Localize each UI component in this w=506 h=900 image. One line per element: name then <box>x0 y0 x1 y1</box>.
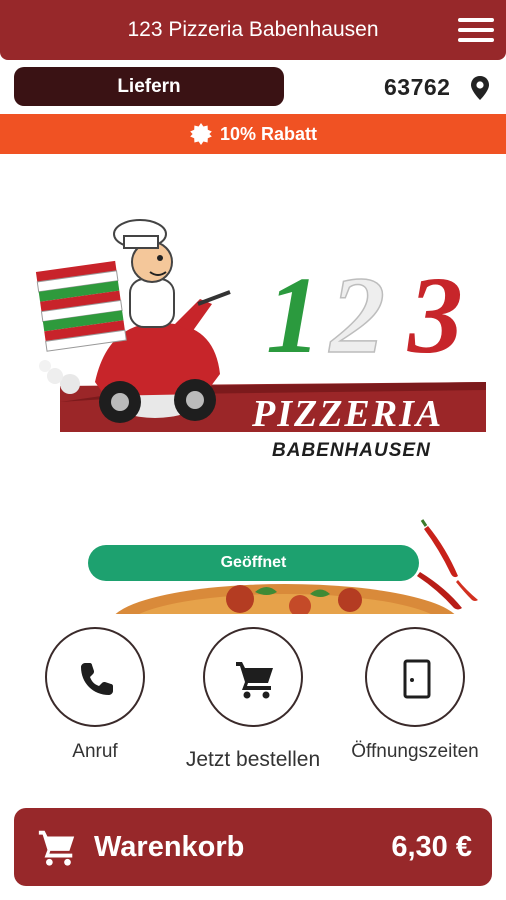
order-now-label[interactable]: Jetzt bestellen <box>173 748 333 772</box>
delivery-scooter-illustration <box>35 219 231 423</box>
cart-label: Warenkorb <box>94 831 245 863</box>
cart-icon <box>236 662 273 699</box>
discount-text: 10% Rabatt <box>220 124 318 144</box>
svg-text:3: 3 <box>407 254 463 376</box>
svg-text:BABENHAUSEN: BABENHAUSEN <box>272 440 431 461</box>
postcode-display[interactable]: 63762 <box>384 72 450 102</box>
top-app-bar: 123 Pizzeria Babenhausen <box>0 0 506 60</box>
open-status-badge: Geöffnet <box>88 545 419 581</box>
svg-text:1: 1 <box>266 254 321 376</box>
opening-hours-label[interactable]: Öffnungszeiten <box>335 741 495 763</box>
cart-icon <box>38 830 75 866</box>
phone-icon <box>81 663 113 695</box>
discount-banner[interactable]: 10% Rabatt <box>0 114 506 154</box>
call-button[interactable] <box>45 627 145 727</box>
map-pin-icon[interactable] <box>469 75 491 101</box>
door-icon <box>403 659 431 699</box>
opening-hours-button[interactable] <box>365 627 465 727</box>
svg-text:PIZZERIA: PIZZERIA <box>251 393 443 435</box>
cart-total: 6,30 € <box>391 831 472 863</box>
app-title: 123 Pizzeria Babenhausen <box>127 18 379 41</box>
call-label[interactable]: Anruf <box>45 741 145 763</box>
order-now-button[interactable] <box>203 627 303 727</box>
hamburger-menu-icon[interactable] <box>456 17 496 43</box>
cart-button[interactable]: Warenkorb 6,30 € <box>14 808 492 886</box>
delivery-mode-button[interactable]: Liefern <box>14 67 284 106</box>
svg-text:2: 2 <box>328 254 385 376</box>
badge-icon <box>190 123 212 145</box>
